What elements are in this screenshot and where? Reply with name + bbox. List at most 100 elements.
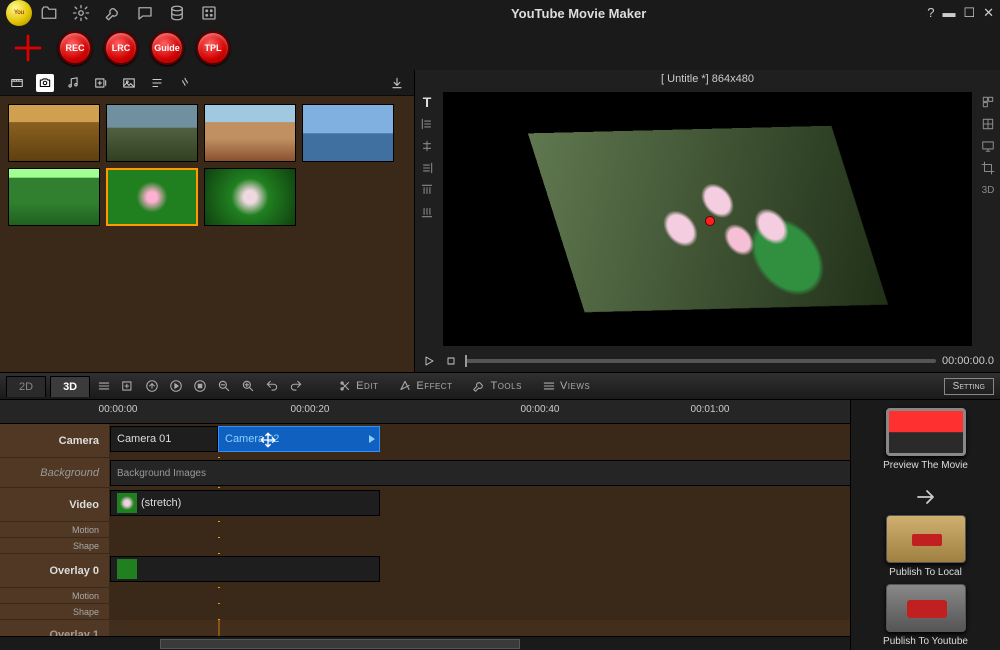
app-title: YouTube Movie Maker [230,6,927,21]
setting-button[interactable]: Setting [944,378,994,395]
clip-thumbnail-icon [117,559,137,579]
menu-list-icon[interactable] [94,376,114,396]
align-bottom-icon[interactable] [419,204,435,220]
ruler-tick: 00:00:00 [99,404,138,415]
stop-icon[interactable] [443,353,459,369]
stop-circle-icon[interactable] [190,376,210,396]
tab-3d[interactable]: 3D [50,376,90,397]
grid-tool-icon[interactable] [980,94,996,110]
open-folder-icon[interactable] [38,2,60,24]
play-circle-icon[interactable] [166,376,186,396]
redo-icon[interactable] [286,376,306,396]
record-button[interactable]: REC [58,31,92,65]
photo-tab-icon[interactable] [36,74,54,92]
timeline: 00:00:00 00:00:20 00:00:40 00:01:00 Came… [0,400,850,650]
align-left-icon[interactable] [419,116,435,132]
zoom-out-icon[interactable] [214,376,234,396]
media-thumbnail[interactable] [204,104,296,162]
download-icon[interactable] [388,74,406,92]
grid-alt-icon[interactable] [980,116,996,132]
maximize-icon[interactable]: ☐ [963,5,975,21]
track-video: Video (stretch) [0,488,850,522]
track-overlay0-motion: Motion [0,588,850,604]
database-icon[interactable] [166,2,188,24]
3d-toggle-icon[interactable]: 3D [980,182,996,198]
text-list-tab-icon[interactable] [148,74,166,92]
output-actions-panel: Preview The Movie Publish To Local Publi… [850,400,1000,650]
help-icon[interactable]: ? [927,5,934,21]
tab-2d[interactable]: 2D [6,376,46,397]
tools-menu[interactable]: Tools [464,379,529,393]
publish-youtube-icon [886,584,966,632]
close-icon[interactable]: ✕ [983,5,994,21]
timeline-tracks: Camera Camera 01 Camera 02 Background Ba… [0,424,850,636]
track-label-overlay1: Overlay 1 [0,620,110,636]
publish-local-icon [886,515,966,563]
play-icon[interactable] [421,353,437,369]
media-library [0,70,415,372]
track-label-background: Background [0,458,110,487]
align-top-icon[interactable] [419,182,435,198]
align-center-h-icon[interactable] [419,138,435,154]
scrollbar-thumb[interactable] [160,639,520,649]
monitor-icon[interactable] [980,138,996,154]
upload-icon[interactable] [142,376,162,396]
add-video-tab-icon[interactable] [92,74,110,92]
arrow-right-icon [914,485,938,509]
timeline-ruler[interactable]: 00:00:00 00:00:20 00:00:40 00:01:00 [0,400,850,424]
ruler-tick: 00:00:40 [521,404,560,415]
track-camera: Camera Camera 01 Camera 02 [0,424,850,458]
wrench-icon[interactable] [102,2,124,24]
thumbnail-grid [0,96,414,372]
zoom-in-icon[interactable] [238,376,258,396]
preview-movie-icon [886,408,966,456]
audio-tab-icon[interactable] [64,74,82,92]
media-thumbnail[interactable] [204,168,296,226]
lrc-button[interactable]: LRC [104,31,138,65]
add-icon[interactable] [10,30,46,66]
crop-icon[interactable] [980,160,996,176]
image-tab-icon[interactable] [120,74,138,92]
media-thumbnail[interactable] [8,168,100,226]
track-label-motion: Motion [0,588,110,603]
add-media-icon[interactable] [118,376,138,396]
edit-menu[interactable]: Edit [330,379,386,393]
media-thumbnail[interactable] [302,104,394,162]
views-menu[interactable]: Views [534,379,598,393]
media-thumbnail[interactable] [8,104,100,162]
minimize-icon[interactable]: ▬ [942,5,955,21]
clip-camera-1[interactable]: Camera 01 [110,426,218,452]
publish-youtube-button[interactable]: Publish To Youtube [882,584,970,647]
clip-overlay[interactable] [110,556,380,582]
effects-tab-icon[interactable] [176,74,194,92]
track-video-motion: Motion [0,522,850,538]
effect-menu[interactable]: Effect [390,379,460,393]
tpl-button[interactable]: TPL [196,31,230,65]
move-cursor-icon [259,431,277,449]
align-right-icon[interactable] [419,160,435,176]
publish-local-label: Publish To Local [889,567,962,578]
media-thumbnail[interactable] [106,104,198,162]
preview-canvas[interactable] [443,92,972,346]
clip-background[interactable]: Background Images [110,460,850,486]
track-label-overlay0: Overlay 0 [0,554,110,587]
publish-local-button[interactable]: Publish To Local [882,515,970,578]
timeline-scrollbar[interactable] [0,636,850,650]
track-overlay1: Overlay 1 [0,620,850,636]
clip-video[interactable]: (stretch) [110,490,380,516]
preview-movie-button[interactable]: Preview The Movie [882,408,970,471]
undo-icon[interactable] [262,376,282,396]
video-tab-icon[interactable] [8,74,26,92]
preview-seek-slider[interactable] [465,359,936,363]
clip-camera-2-selected[interactable]: Camera 02 [218,426,380,452]
color-swatch-icon[interactable] [198,2,220,24]
text-tool-icon[interactable]: T [419,94,435,110]
publish-youtube-label: Publish To Youtube [883,636,968,647]
library-tabs [0,70,414,96]
guide-button[interactable]: Guide [150,31,184,65]
media-thumbnail-selected[interactable] [106,168,198,226]
chat-icon[interactable] [134,2,156,24]
preview-left-sidebar: T [415,88,439,350]
gear-icon[interactable] [70,2,92,24]
ruler-tick: 00:01:00 [691,404,730,415]
